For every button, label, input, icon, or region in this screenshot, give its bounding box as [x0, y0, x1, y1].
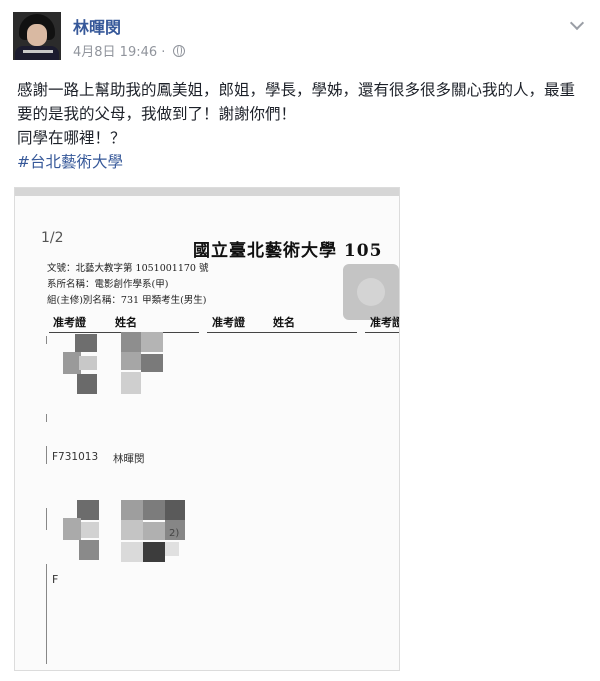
- document-text-fragment: 2): [169, 528, 180, 539]
- avatar-face: [27, 24, 47, 46]
- student-name-cell: 林暉閔: [113, 453, 145, 465]
- blurred-photo-center: [357, 278, 385, 306]
- pixelated-redaction: [143, 542, 165, 562]
- post-paragraph: 感謝一路上幫助我的鳳美姐，郎姐，學長，學姊，還有很多很多關心我的人，最重要的是我…: [17, 81, 576, 123]
- pixelated-redaction: [141, 332, 163, 352]
- admission-list-document: 1/2 國立臺北藝術大學 105 文號：北藝大教字第 1051001170 號 …: [15, 196, 399, 670]
- exam-id-cell: F731013: [52, 451, 99, 463]
- chevron-down-icon[interactable]: [569, 15, 585, 31]
- pixelated-redaction: [165, 542, 179, 556]
- column-header-exam-id: 准考證: [370, 316, 400, 329]
- pixelated-redaction: [79, 540, 99, 560]
- table-vertical-rule: [46, 446, 47, 464]
- column-header-exam-id: 准考證: [53, 316, 86, 329]
- pixelated-redaction: [77, 500, 99, 520]
- pixelated-redaction: [121, 500, 143, 520]
- pixelated-redaction: [143, 522, 165, 540]
- pixelated-redaction: [121, 542, 143, 562]
- pixelated-redaction: [81, 522, 99, 538]
- table-vertical-rule: [46, 564, 47, 664]
- meta-separator: ·: [161, 45, 166, 60]
- profile-avatar[interactable]: [13, 12, 61, 60]
- pixelated-redaction: [121, 372, 141, 394]
- avatar-shirt: [15, 46, 59, 60]
- facebook-post: 林暉閔 4月8日 19:46 · 感謝一路上幫助我的鳳美姐，郎姐，學長，學姊，還…: [0, 0, 600, 681]
- avatar-shirt-print: [23, 50, 53, 53]
- post-meta: 4月8日 19:46 ·: [73, 41, 185, 60]
- table-vertical-rule: [46, 336, 47, 344]
- globe-icon[interactable]: [172, 45, 185, 57]
- pixelated-redaction: [121, 332, 141, 352]
- post-body: 感謝一路上幫助我的鳳美姐，郎姐，學長，學姊，還有很多很多關心我的人，最重要的是我…: [17, 78, 587, 174]
- pixelated-redaction: [79, 356, 97, 370]
- pixelated-redaction: [75, 334, 97, 352]
- photo-top-border: [15, 188, 399, 196]
- post-timestamp[interactable]: 4月8日 19:46: [73, 45, 157, 60]
- post-photo[interactable]: 1/2 國立臺北藝術大學 105 文號：北藝大教字第 1051001170 號 …: [14, 187, 400, 671]
- column-header-exam-id: 准考證: [212, 316, 245, 329]
- blurred-photo-thumbnail: [343, 264, 399, 320]
- document-reference-line: 文號：北藝大教字第 1051001170 號: [47, 263, 209, 274]
- pixelated-redaction: [141, 354, 163, 372]
- post-paragraph: 同學在哪裡！？: [17, 129, 126, 147]
- pixelated-redaction: [165, 500, 185, 520]
- pixelated-redaction: [77, 374, 97, 394]
- document-text-fragment: F: [52, 573, 59, 586]
- document-title: 國立臺北藝術大學 105: [193, 241, 383, 261]
- hashtag-link[interactable]: #台北藝術大學: [17, 153, 123, 171]
- pixelated-redaction: [143, 500, 165, 520]
- column-header-name: 姓名: [273, 316, 295, 329]
- pixelated-redaction: [121, 520, 143, 540]
- author-name[interactable]: 林暉閔: [73, 14, 121, 38]
- pixelated-redaction: [121, 352, 141, 370]
- pixelated-redaction: [63, 518, 81, 540]
- document-department-line: 系所名稱：電影創作學系(甲): [47, 279, 169, 290]
- table-vertical-rule: [46, 414, 47, 422]
- column-header-name: 姓名: [115, 316, 137, 329]
- header-underline: [365, 332, 399, 333]
- table-vertical-rule: [46, 508, 47, 530]
- header-underline: [207, 332, 357, 333]
- document-page-number: 1/2: [41, 230, 64, 246]
- document-group-line: 組(主修)別名稱：731 甲類考生(男生): [47, 295, 207, 306]
